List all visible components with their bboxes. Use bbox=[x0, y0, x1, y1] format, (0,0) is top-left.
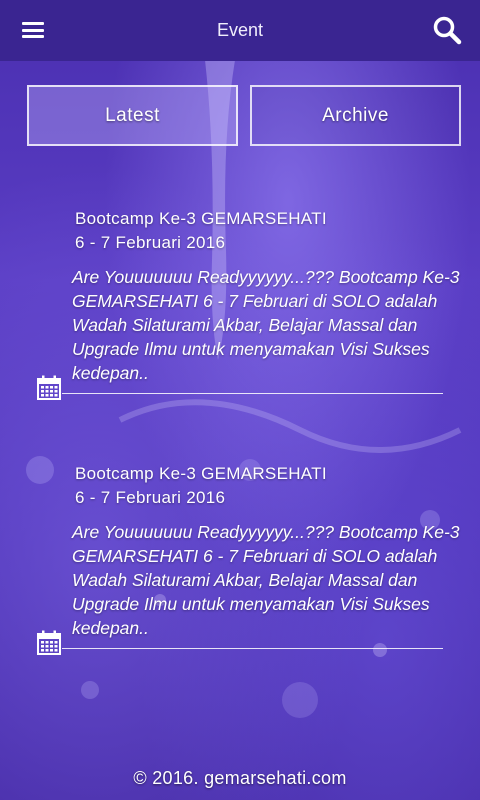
event-description: Are Youuuuuuu Readyyyyyy...??? Bootcamp … bbox=[72, 267, 460, 383]
calendar-icon bbox=[37, 375, 61, 400]
footer-copyright: © 2016. gemarsehati.com bbox=[133, 768, 347, 788]
calendar-icon bbox=[37, 630, 61, 655]
event-title-block: Bootcamp Ke-3 GEMARSEHATI 6 - 7 Februari… bbox=[75, 207, 327, 255]
search-icon[interactable] bbox=[432, 15, 462, 45]
page-title: Event bbox=[216, 20, 264, 40]
event-card[interactable]: Bootcamp Ke-3 GEMARSEHATI 6 - 7 Februari… bbox=[0, 462, 480, 662]
app-header: Event bbox=[0, 0, 480, 61]
event-date: 6 - 7 Februari 2016 bbox=[75, 233, 226, 252]
event-title: Bootcamp Ke-3 GEMARSEHATI bbox=[75, 464, 327, 483]
event-title-block: Bootcamp Ke-3 GEMARSEHATI 6 - 7 Februari… bbox=[75, 462, 327, 510]
tab-latest[interactable]: Latest bbox=[27, 85, 238, 146]
event-title: Bootcamp Ke-3 GEMARSEHATI bbox=[75, 209, 327, 228]
event-divider bbox=[62, 393, 443, 394]
event-tabs: Latest Archive bbox=[27, 85, 461, 146]
tab-archive[interactable]: Archive bbox=[250, 85, 461, 146]
event-date: 6 - 7 Februari 2016 bbox=[75, 488, 226, 507]
event-description: Are Youuuuuuu Readyyyyyy...??? Bootcamp … bbox=[72, 522, 460, 638]
event-card[interactable]: Bootcamp Ke-3 GEMARSEHATI 6 - 7 Februari… bbox=[0, 207, 480, 407]
event-divider bbox=[62, 648, 443, 649]
